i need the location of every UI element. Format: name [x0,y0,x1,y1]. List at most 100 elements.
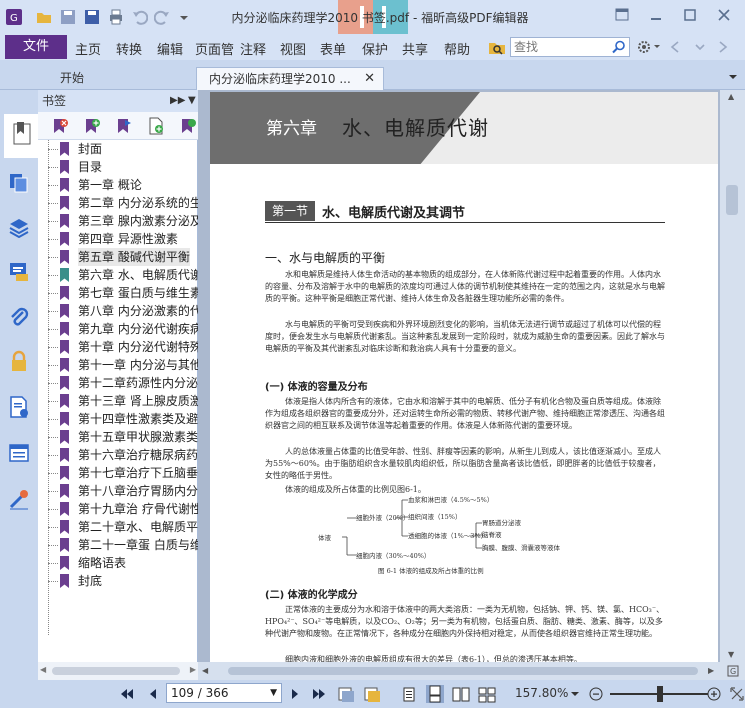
print-icon[interactable] [108,9,124,25]
tab-close-icon[interactable]: ✕ [364,68,375,90]
search-folder-icon[interactable] [488,38,506,56]
fullscreen-icon[interactable] [730,687,744,701]
previous-result-icon[interactable] [668,39,682,55]
scroll-up-icon[interactable]: ▲ [728,92,734,101]
horizontal-scroll-thumb[interactable] [228,667,698,675]
file-menu-button[interactable]: 文件 [5,35,67,59]
previous-view-icon[interactable] [338,687,356,702]
page-properties-icon[interactable] [8,396,30,418]
new-page-bookmark-icon[interactable] [148,117,164,135]
bookmark-item[interactable]: 第十三章 肾上腺皮质激 [48,392,198,410]
zoom-in-icon[interactable] [706,687,721,701]
undo-icon[interactable] [132,9,149,25]
bookmark-panel-tab[interactable] [4,114,38,158]
bookmark-item[interactable]: 第八章 内分泌激素的代 [48,302,198,320]
bookmark-item[interactable]: 第五章 酸碱代谢平衡 [48,248,198,266]
next-page-icon[interactable] [288,687,302,701]
page-thumbnails-icon[interactable] [8,172,30,194]
search-icon[interactable] [612,40,626,57]
tab-menu-icon[interactable] [727,70,739,87]
page-number-field[interactable]: 109 / 366 ▼ [166,683,282,703]
redo-icon[interactable] [153,9,170,25]
continuous-view-icon[interactable] [426,685,444,703]
menu-edit[interactable]: 编辑 [157,39,183,58]
bookmark-item[interactable]: 缩略语表 [48,554,198,572]
zoom-slider-thumb[interactable] [657,686,663,702]
bookmark-item[interactable]: 第十九章治 疗骨代谢性 [48,500,198,518]
security-lock-icon[interactable] [8,350,30,372]
bookmark-item[interactable]: 第二章 内分泌系统的生 [48,194,198,212]
maximize-icon[interactable] [680,6,700,26]
bookmark-item[interactable]: 第四章 异源性激素 [48,230,198,248]
restore-panel-icon[interactable] [612,6,632,26]
open-icon[interactable] [36,9,52,25]
zoom-out-icon[interactable] [588,687,603,701]
expand-bookmark-icon[interactable] [116,117,132,135]
attachments-icon[interactable] [8,306,30,328]
scroll-left-icon[interactable]: ◀ [40,665,46,674]
bookmark-item[interactable]: 第十六章治疗糖尿病药 [48,446,198,464]
next-view-icon[interactable] [364,687,382,702]
bookmark-item[interactable]: 第七章 蛋白质与维生素 [48,284,198,302]
bookmark-item[interactable]: 第十七章治疗下丘脑垂 [48,464,198,482]
bookmark-item[interactable]: 第六章 水、电解质代谢 [48,266,198,284]
bookmark-item[interactable]: 第三章 腺内激素分泌及 [48,212,198,230]
save-as-icon[interactable] [84,9,100,25]
scroll-right-icon[interactable]: ▶ [190,665,196,674]
scroll-down-icon[interactable]: ▼ [728,650,734,659]
last-page-icon[interactable] [312,687,326,701]
search-input[interactable] [511,38,606,56]
save-icon[interactable] [60,9,76,25]
bookmark-item[interactable]: 第二十一章蛋 白质与维 [48,536,198,554]
bookmark-item[interactable]: 第十一章 内分泌与其他 [48,356,198,374]
panel-options-icon[interactable]: ▼ [188,90,196,112]
minimize-icon[interactable] [646,6,666,26]
tab-start[interactable]: 开始 [44,67,194,90]
pdf-page[interactable]: 第六章 水、电解质代谢 第一节 水、电解质代谢及其调节 一、水与电解质的平衡 水… [210,92,718,662]
menu-comment[interactable]: 注释 [240,39,266,58]
menu-page-manage[interactable]: 页面管 [195,39,237,58]
menu-protect[interactable]: 保护 [362,39,388,58]
bookmark-item[interactable]: 第十章 内分泌代谢特殊 [48,338,198,356]
bookmark-properties-icon[interactable] [180,117,196,135]
bookmark-horizontal-scrollbar[interactable]: ◀ ▶ [38,662,198,680]
bookmark-item[interactable]: 第十二章药源性内分泌 [48,374,198,392]
bookmark-scroll-thumb[interactable] [52,667,180,675]
bookmark-item[interactable]: 第十八章治疗胃肠内分 [48,482,198,500]
comments-icon[interactable] [8,260,30,282]
next-result-icon[interactable] [716,39,730,55]
menu-home[interactable]: 主页 [75,39,101,58]
bookmark-item[interactable]: 第十五章甲状腺激素类 [48,428,198,446]
hscroll-left-icon[interactable]: ◀ [202,666,208,675]
single-page-view-icon[interactable] [402,687,416,702]
previous-page-icon[interactable] [146,687,160,701]
layers-icon[interactable] [8,216,30,239]
customize-dropdown-icon[interactable] [176,9,192,25]
bookmark-item[interactable]: 封底 [48,572,198,590]
page-dropdown-icon[interactable]: ▼ [270,684,277,702]
bookmark-item[interactable]: 第十四章性激素类及避 [48,410,198,428]
signature-icon[interactable] [8,488,30,510]
horizontal-scrollbar[interactable]: ◀ ▶ G [198,662,745,680]
dropdown-chevron-icon[interactable] [693,39,707,55]
close-icon[interactable] [714,6,734,26]
menu-form[interactable]: 表单 [320,39,346,58]
tab-document[interactable]: 内分泌临床药理学2010 ... ✕ [196,67,384,90]
menu-share[interactable]: 共享 [402,39,428,58]
bookmark-item[interactable]: 目录 [48,158,198,176]
bookmark-item[interactable]: 第二十章水、电解质平 [48,518,198,536]
bookmark-item[interactable]: 第一章 概论 [48,176,198,194]
facing-view-icon[interactable] [452,687,470,702]
vertical-scrollbar[interactable]: ▲ ▼ [720,90,745,662]
app-logo-icon[interactable]: G [6,9,22,25]
vertical-scroll-thumb[interactable] [726,185,738,215]
content-list-icon[interactable] [8,442,30,464]
bookmark-item[interactable]: 封面 [48,140,198,158]
collapse-panel-icon[interactable]: ▶▶ [170,90,185,112]
menu-convert[interactable]: 转换 [116,39,142,58]
menu-view[interactable]: 视图 [280,39,306,58]
continuous-facing-view-icon[interactable] [478,687,496,703]
delete-bookmark-icon[interactable] [52,117,68,135]
menu-help[interactable]: 帮助 [444,39,470,58]
bookmark-item[interactable]: 第九章 内分泌代谢疾病 [48,320,198,338]
